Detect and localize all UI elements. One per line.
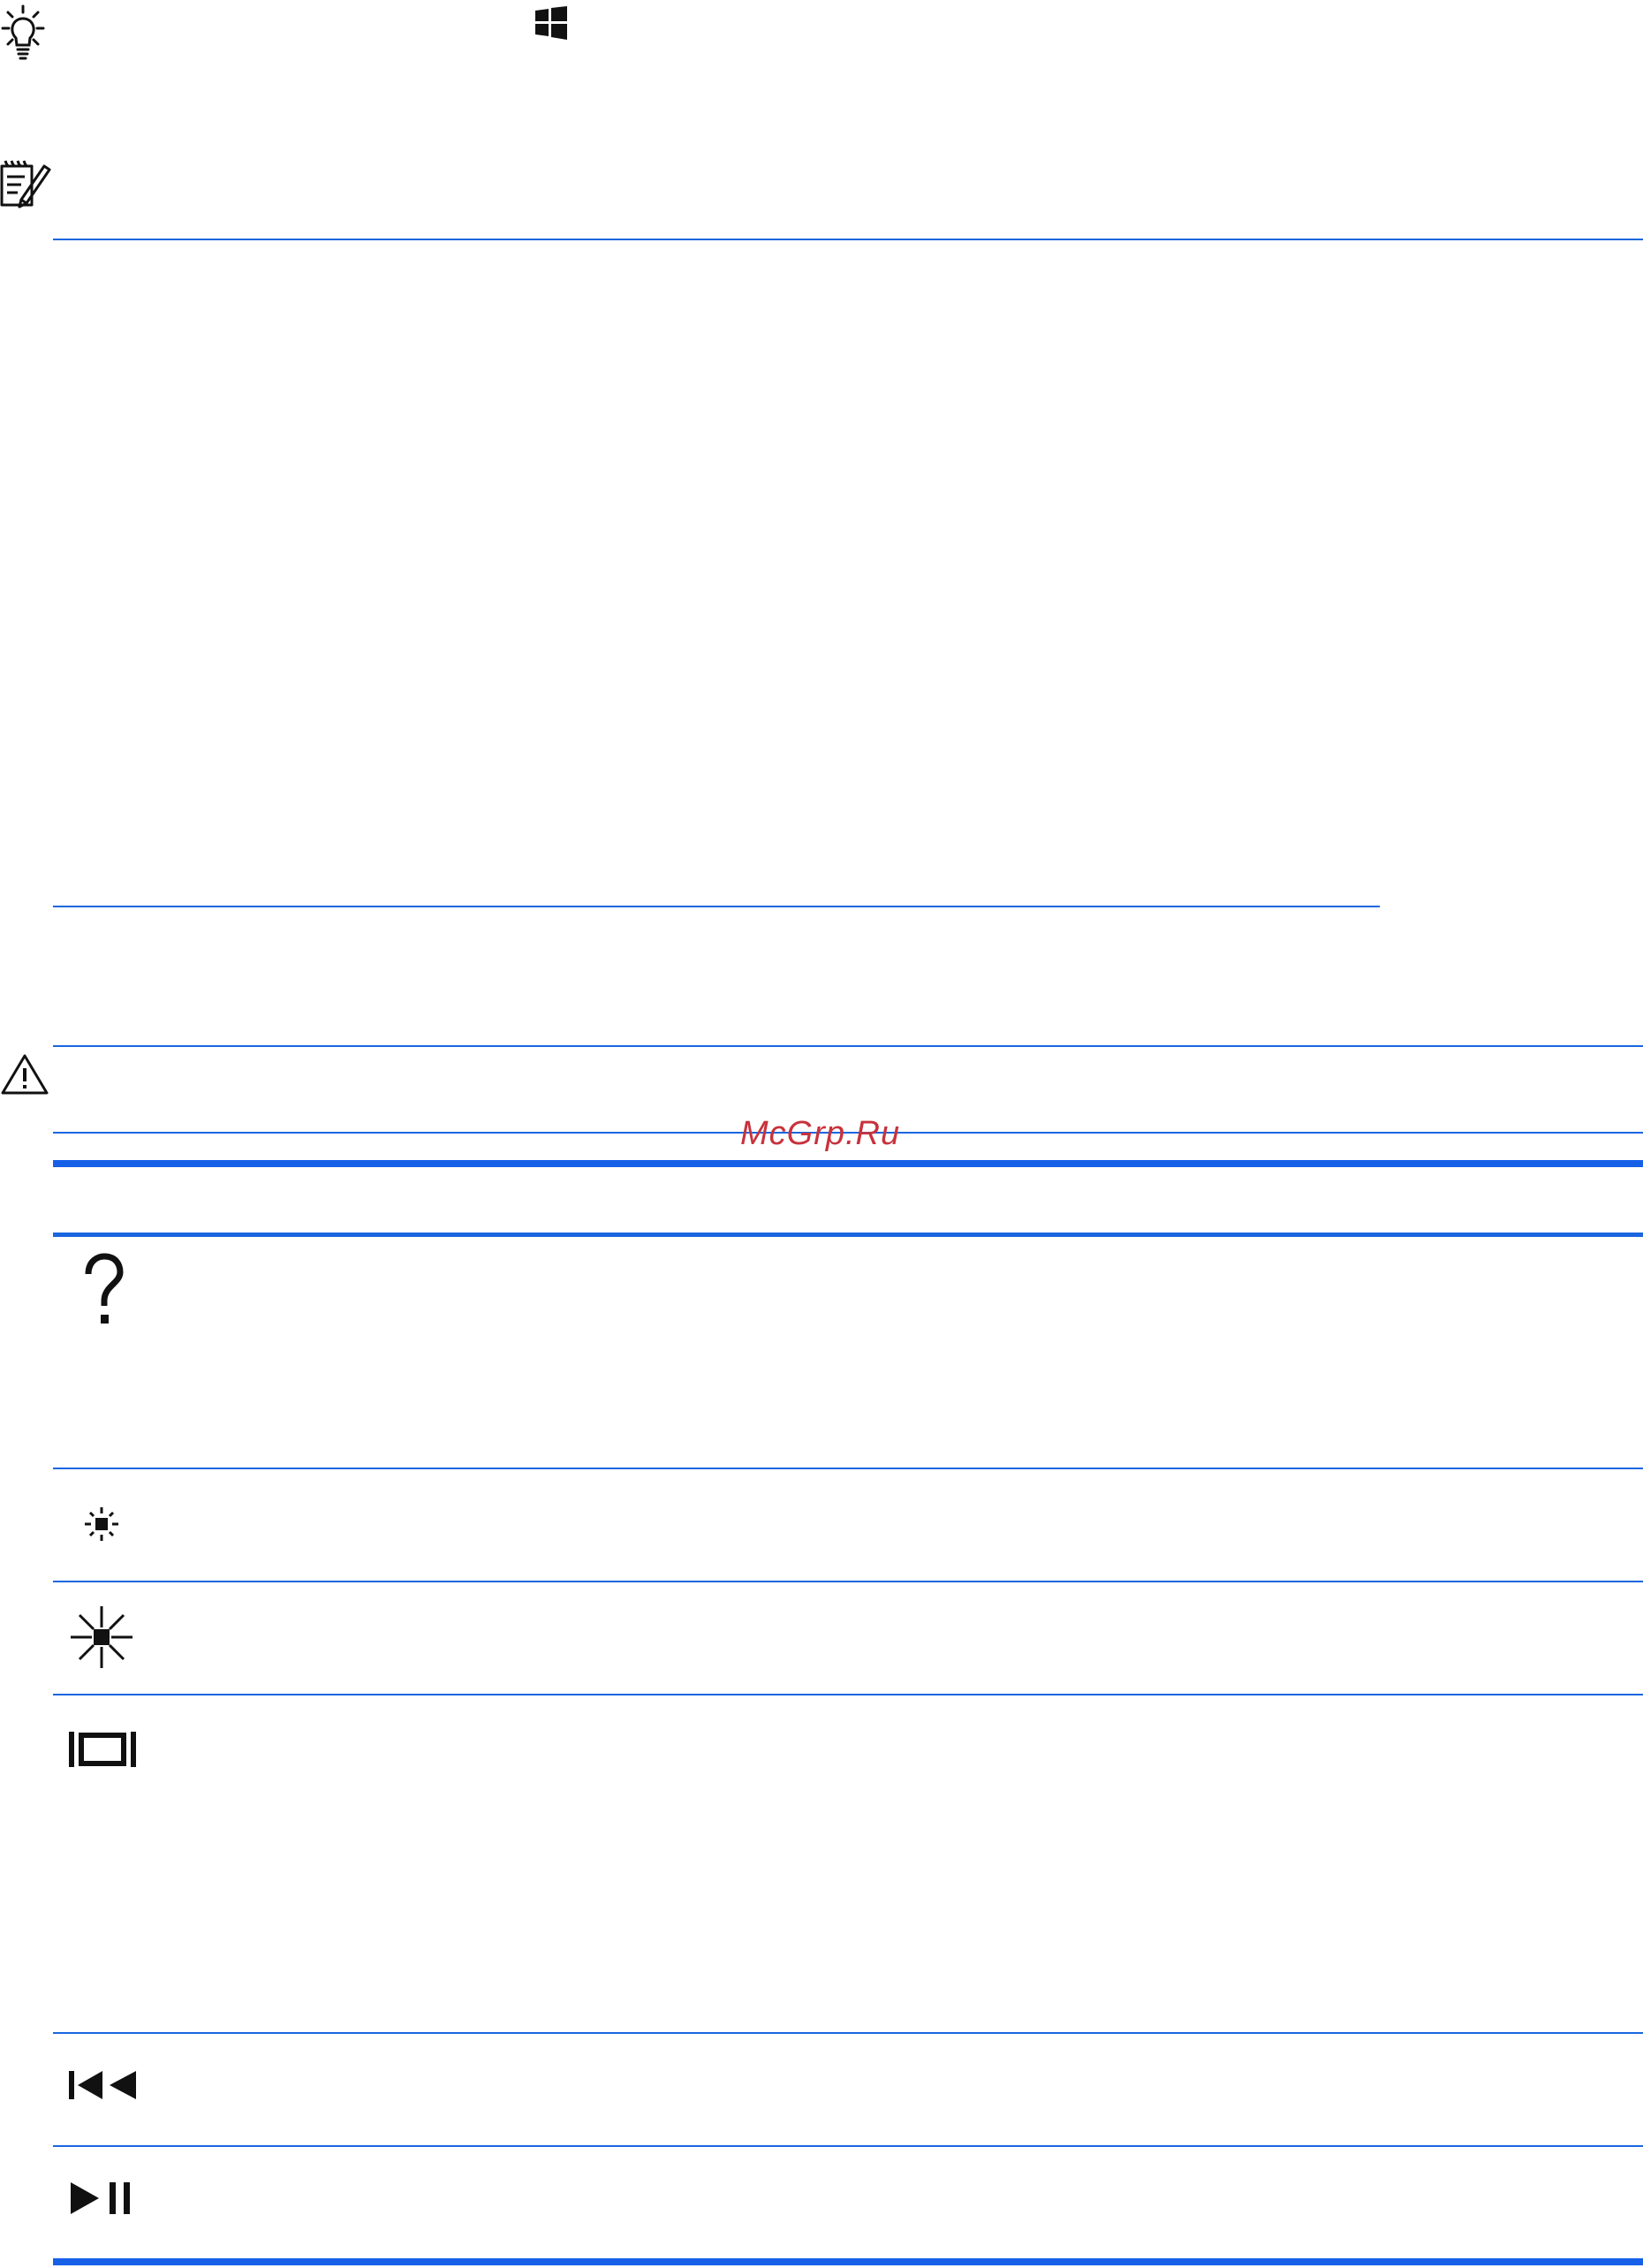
divider	[53, 239, 1643, 240]
warning-triangle-icon	[0, 1053, 49, 1096]
brightness-down-icon	[80, 1502, 124, 1546]
table-header-border	[53, 1233, 1643, 1237]
table-row-divider	[53, 1468, 1643, 1469]
table-row-divider	[53, 2145, 1643, 2147]
lightbulb-icon	[0, 4, 46, 61]
table-row-divider	[53, 1694, 1643, 1695]
table-row-divider	[53, 2032, 1643, 2034]
switch-display-icon	[67, 1730, 138, 1769]
table-top-border	[53, 1160, 1643, 1167]
windows-logo-icon	[534, 6, 569, 40]
brightness-up-icon	[69, 1604, 134, 1670]
previous-track-icon	[67, 2069, 140, 2101]
play-pause-icon	[69, 2181, 136, 2216]
table-row-divider	[53, 1581, 1643, 1582]
note-pencil-icon	[0, 159, 51, 209]
watermark: McGrp.Ru	[740, 1115, 901, 1152]
question-mark-icon	[78, 1253, 127, 1329]
divider	[53, 906, 1380, 907]
divider	[53, 1045, 1643, 1047]
table-bottom-border	[53, 2258, 1643, 2265]
